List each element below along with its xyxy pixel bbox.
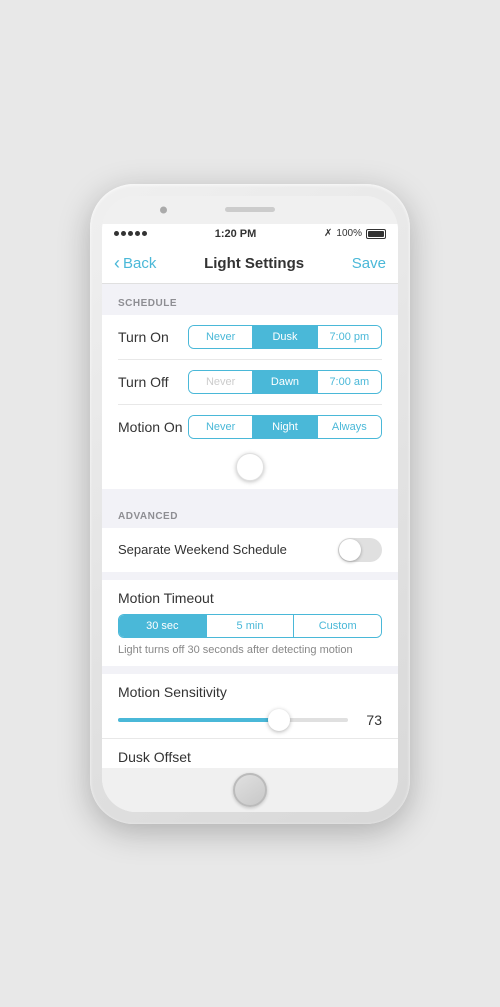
battery-icon [366, 229, 386, 239]
signal-dots [114, 231, 147, 236]
motion-on-label: Motion On [118, 419, 188, 435]
status-bar: 1:20 PM ✗ 100% [102, 224, 398, 244]
phone-frame: 1:20 PM ✗ 100% ‹ Back Light Settings Sav… [90, 184, 410, 824]
toggle-knob [339, 539, 361, 561]
turn-on-label: Turn On [118, 329, 188, 345]
slider-track[interactable] [118, 718, 348, 722]
separator-3 [102, 666, 398, 674]
turn-off-segmented[interactable]: Never Dawn 7:00 am [188, 370, 382, 394]
signal-dot-2 [121, 231, 126, 236]
slider-fill [118, 718, 279, 722]
motion-timeout-section: Motion Timeout 30 sec 5 min Custom Light… [102, 580, 398, 666]
motion-on-segmented[interactable]: Never Night Always [188, 415, 382, 439]
signal-dot-5 [142, 231, 147, 236]
timeout-30sec[interactable]: 30 sec [119, 615, 207, 637]
phone-screen: 1:20 PM ✗ 100% ‹ Back Light Settings Sav… [102, 196, 398, 812]
turn-off-time[interactable]: 7:00 am [318, 371, 381, 393]
turn-off-never[interactable]: Never [189, 371, 253, 393]
slider-value: 73 [358, 712, 382, 728]
motion-timeout-segmented[interactable]: 30 sec 5 min Custom [118, 614, 382, 638]
slider-row: 73 [118, 712, 382, 728]
turn-off-label: Turn Off [118, 374, 188, 390]
timeout-5min[interactable]: 5 min [207, 615, 295, 637]
turn-off-dawn[interactable]: Dawn [253, 371, 317, 393]
phone-speaker [225, 207, 275, 212]
advanced-section-header: ADVANCED [102, 497, 398, 528]
schedule-section-header: SCHEDULE [102, 284, 398, 315]
thumb-area [102, 449, 398, 489]
battery-percent: 100% [336, 228, 362, 239]
dusk-offset-row: Dusk Offset [102, 738, 398, 768]
status-time: 1:20 PM [215, 228, 257, 240]
turn-off-row: Turn Off Never Dawn 7:00 am [118, 360, 382, 405]
turn-on-row: Turn On Never Dusk 7:00 pm [118, 315, 382, 360]
navigation-bar: ‹ Back Light Settings Save [102, 244, 398, 284]
back-label: Back [123, 255, 156, 272]
page-title: Light Settings [204, 255, 304, 272]
weekend-label: Separate Weekend Schedule [118, 542, 338, 557]
battery-fill [368, 231, 384, 237]
phone-camera [160, 206, 167, 213]
phone-top-bezel [102, 196, 398, 224]
separator-2 [102, 572, 398, 580]
timeout-custom[interactable]: Custom [294, 615, 381, 637]
slider-thumb[interactable] [268, 709, 290, 731]
timeout-description: Light turns off 30 seconds after detecti… [118, 644, 382, 656]
bluetooth-icon: ✗ [324, 228, 332, 239]
save-button[interactable]: Save [352, 255, 386, 272]
sensitivity-label: Motion Sensitivity [118, 684, 382, 700]
back-arrow-icon: ‹ [114, 253, 120, 274]
separator-1 [102, 489, 398, 497]
turn-on-segmented[interactable]: Never Dusk 7:00 pm [188, 325, 382, 349]
turn-on-time[interactable]: 7:00 pm [318, 326, 381, 348]
turn-on-dusk[interactable]: Dusk [253, 326, 317, 348]
thumb-icon [236, 453, 264, 481]
content-area: SCHEDULE Turn On Never Dusk 7:00 pm Turn… [102, 284, 398, 768]
weekend-card: Separate Weekend Schedule [102, 528, 398, 572]
turn-on-never[interactable]: Never [189, 326, 253, 348]
weekend-toggle[interactable] [338, 538, 382, 562]
home-button[interactable] [233, 773, 267, 807]
weekend-row: Separate Weekend Schedule [118, 528, 382, 572]
motion-on-row: Motion On Never Night Always [118, 405, 382, 449]
status-right: ✗ 100% [324, 228, 386, 239]
motion-on-never[interactable]: Never [189, 416, 253, 438]
motion-on-always[interactable]: Always [318, 416, 381, 438]
back-button[interactable]: ‹ Back [114, 253, 156, 274]
signal-dot-3 [128, 231, 133, 236]
signal-dot-4 [135, 231, 140, 236]
dusk-offset-label: Dusk Offset [118, 749, 191, 765]
phone-bottom-bezel [102, 768, 398, 812]
signal-dot-1 [114, 231, 119, 236]
schedule-card: Turn On Never Dusk 7:00 pm Turn Off Neve… [102, 315, 398, 449]
motion-on-night[interactable]: Night [253, 416, 317, 438]
motion-sensitivity-section: Motion Sensitivity 73 [102, 674, 398, 738]
motion-timeout-label: Motion Timeout [118, 590, 382, 606]
